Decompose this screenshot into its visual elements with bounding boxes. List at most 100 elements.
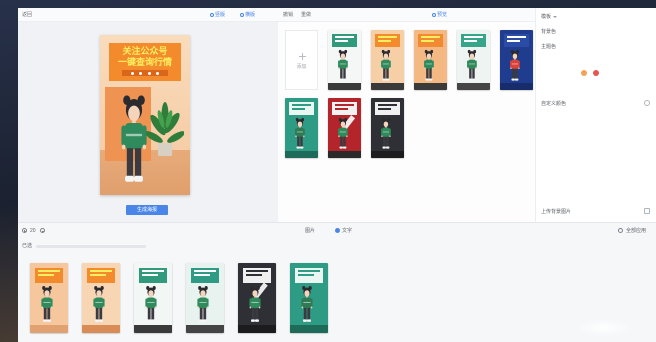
app-window: 返回 竖版 横版 撤销 重做 预览 关注公众号 一键查询行情 生成海报 添加 模… [18,8,656,342]
template-thumbnail[interactable] [285,98,318,158]
template-thumbnail[interactable] [457,30,490,90]
plus-icon [299,53,306,60]
thumb-title-block [503,34,530,48]
tab-portrait[interactable]: 竖版 [215,12,225,18]
tab-landscape[interactable]: 横版 [245,12,255,18]
thumb-title-line [334,104,355,107]
thumb-footer [371,151,404,158]
result-thumbnail[interactable] [30,263,68,333]
character-figure [508,49,522,83]
template-grid: 添加 [285,30,533,158]
zoom-in-icon[interactable] [22,228,27,233]
template-thumbnail[interactable] [500,30,533,90]
character-figure [465,49,479,83]
back-button[interactable]: 返回 [22,12,32,18]
character-figure [143,285,159,325]
thumb-footer [238,325,276,333]
character-figure [379,117,393,151]
color-swatch[interactable] [581,70,587,76]
result-thumbnail[interactable] [290,263,328,333]
thumb-title-line [37,269,61,272]
poster-preview[interactable]: 关注公众号 一键查询行情 [100,35,190,195]
landscape-icon [240,13,244,17]
template-thumbnail[interactable] [328,30,361,90]
result-thumbnail[interactable] [134,263,172,333]
chevron-down-icon[interactable] [553,16,557,18]
thumb-title-line [334,36,355,39]
result-thumbnail[interactable] [82,263,120,333]
text-tool-label[interactable]: 文字 [342,228,352,234]
thumb-title-block [417,34,444,48]
thumb-title-line [297,269,321,272]
character-figure [422,49,436,83]
add-template-button[interactable]: 添加 [285,30,318,90]
portrait-icon [210,13,214,17]
thumb-title-line [193,273,210,276]
thumb-title-line [463,36,484,39]
thumb-title-block [331,34,358,48]
add-icon[interactable] [335,228,340,233]
apply-all-button[interactable]: 全部应用 [626,228,646,234]
thumb-title-line [297,273,314,276]
thumb-footer [414,83,447,90]
redo-button[interactable]: 重做 [301,12,311,18]
thumb-title-line [245,273,262,276]
template-thumbnail[interactable] [414,30,447,90]
preview-icon [432,13,436,17]
results-panel: 20 图片 文字 全部应用 已选 [18,222,656,342]
thumb-title-block [190,267,220,284]
upload-icon[interactable] [644,208,650,214]
thumb-footer [82,325,120,333]
thumb-footer [371,83,404,90]
strip-dot [130,71,134,75]
template-select[interactable]: 模板 [541,14,551,20]
result-thumbnail[interactable] [186,263,224,333]
preview-button[interactable]: 预览 [437,12,447,18]
zoom-out-icon[interactable] [40,228,45,233]
custom-color-label: 自定义颜色 [541,101,567,107]
color-picker-icon[interactable] [644,100,650,106]
color-swatch[interactable] [593,70,599,76]
thumb-footer [328,151,361,158]
character-figure [336,49,350,83]
thumb-title-line [334,40,349,43]
thumb-title-block [294,267,324,284]
thumb-title-line [193,269,217,272]
thumb-title-line [291,104,312,107]
template-gallery: 添加 [278,22,535,222]
character-figure [247,285,263,325]
thumb-title-block [374,102,401,116]
upload-background-label[interactable]: 上传背景图片 [541,209,571,215]
thumb-footer [285,151,318,158]
template-thumbnail[interactable] [328,98,361,158]
color-swatches [581,70,599,76]
thumb-title-block [242,267,272,284]
selection-bar [36,245,146,248]
zoom-value: 20 [30,228,36,234]
thumb-footer [500,83,533,90]
thumb-footer [290,325,328,333]
thumb-title-line [377,108,392,111]
generate-button[interactable]: 生成海报 [126,205,168,215]
thumb-title-line [506,40,521,43]
result-thumbnail[interactable] [238,263,276,333]
thumb-footer [134,325,172,333]
poster-title-line-1: 关注公众号 [122,46,168,56]
thumb-title-line [420,36,441,39]
poster-title-banner: 关注公众号 一键查询行情 [109,43,181,81]
thumb-title-line [141,273,158,276]
template-thumbnail[interactable] [371,30,404,90]
undo-button[interactable]: 撤销 [283,12,293,18]
thumb-title-line [377,36,398,39]
character-figure [195,285,211,325]
theme-color-label: 主题色 [541,44,557,50]
character-figure [299,285,315,325]
strip-dot [156,71,160,75]
thumb-footer [328,83,361,90]
thumb-footer [457,83,490,90]
character-figure [39,285,55,325]
thumb-title-block [34,267,64,284]
template-thumbnail[interactable] [371,98,404,158]
image-tool-label[interactable]: 图片 [305,228,315,234]
strip-dot [139,71,143,75]
